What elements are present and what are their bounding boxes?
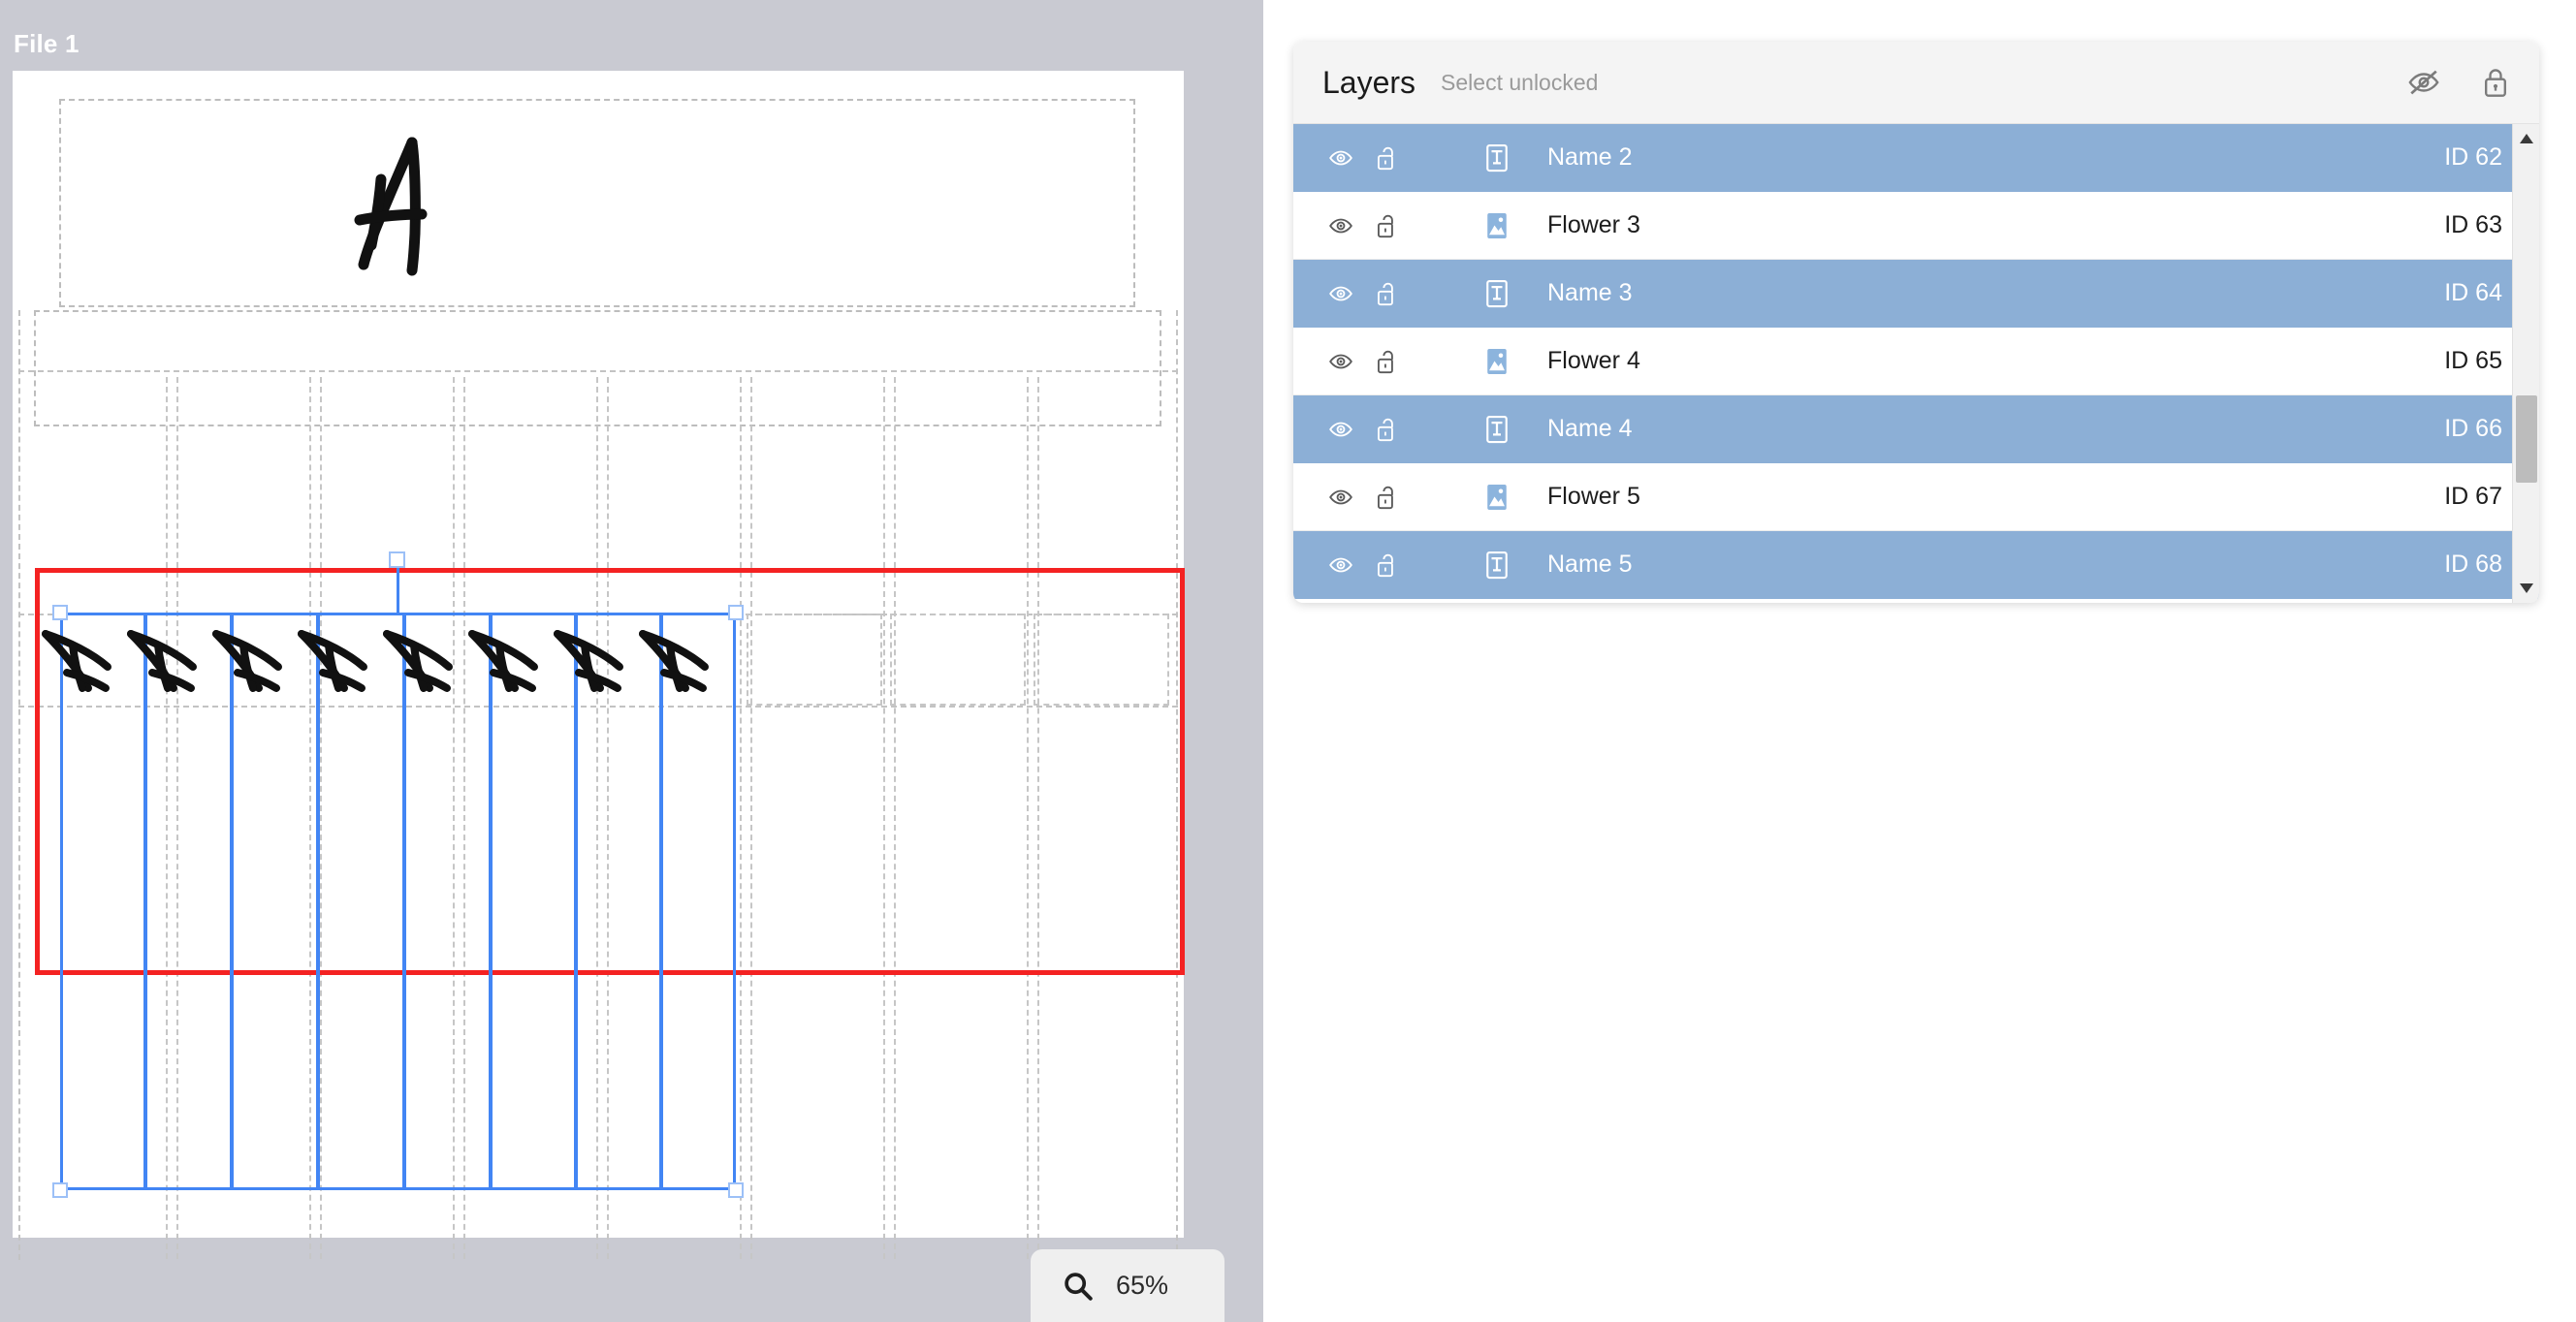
layers-title: Layers <box>1322 64 1416 100</box>
right-panel: Layers Select unlocked Name 2 ID 62 Flower… <box>1263 0 2576 1322</box>
layer-visibility-toggle[interactable] <box>1322 349 1359 374</box>
layer-visibility-toggle[interactable] <box>1322 417 1359 442</box>
layers-scrollbar[interactable] <box>2512 124 2539 603</box>
layers-list[interactable]: Name 2 ID 62 Flower 3 ID 63 Name 3 ID 64 Flowe… <box>1293 124 2539 603</box>
resize-handle-bottom-right[interactable] <box>728 1182 744 1198</box>
layer-name: Flower 3 <box>1547 211 1640 238</box>
design-editor-app: File 1 65% Layers Select unlocked Name 2… <box>0 0 2576 1322</box>
guide-header-frame <box>59 99 1135 307</box>
layer-lock-toggle[interactable] <box>1365 348 1408 375</box>
selection-item-box[interactable] <box>661 613 736 1190</box>
selection-item-box[interactable] <box>318 613 404 1190</box>
layer-row[interactable]: Name 4 ID 66 <box>1293 395 2539 463</box>
selection-item-box[interactable] <box>576 613 661 1190</box>
scroll-down-arrow[interactable] <box>2513 576 2539 601</box>
layer-id: ID 65 <box>2444 347 2502 374</box>
layer-name: Flower 4 <box>1547 347 1640 374</box>
layer-name: Name 2 <box>1547 143 1633 171</box>
layer-type-icon <box>1472 483 1522 512</box>
layer-visibility-toggle[interactable] <box>1322 552 1359 578</box>
select-unlocked-button[interactable]: Select unlocked <box>1441 70 1598 96</box>
lock-closed-icon[interactable] <box>2481 66 2510 99</box>
scroll-up-arrow[interactable] <box>2513 126 2539 151</box>
layers-panel: Layers Select unlocked Name 2 ID 62 Flower… <box>1293 42 2539 603</box>
layers-header: Layers Select unlocked <box>1293 42 2539 124</box>
layer-type-icon <box>1472 211 1522 240</box>
magnifier-icon <box>1062 1270 1095 1303</box>
layer-id: ID 66 <box>2444 415 2502 442</box>
guide-vline <box>18 310 20 1260</box>
zoom-control[interactable]: 65% <box>1031 1249 1224 1322</box>
layer-lock-toggle[interactable] <box>1365 484 1408 511</box>
layer-row[interactable]: Name 5 ID 68 <box>1293 531 2539 599</box>
layer-lock-toggle[interactable] <box>1365 212 1408 239</box>
layer-id: ID 63 <box>2444 211 2502 238</box>
layer-type-icon <box>1472 143 1522 173</box>
resize-handle-bottom-left[interactable] <box>52 1182 68 1198</box>
zoom-value: 65% <box>1116 1271 1169 1300</box>
eye-off-icon[interactable] <box>2407 66 2440 99</box>
layer-row[interactable]: Flower 5 ID 67 <box>1293 463 2539 531</box>
scrollbar-thumb[interactable] <box>2516 395 2537 483</box>
layer-type-icon <box>1472 347 1522 376</box>
selection-item-box[interactable] <box>145 613 232 1190</box>
layer-visibility-toggle[interactable] <box>1322 281 1359 306</box>
resize-handle-top-left[interactable] <box>52 605 68 620</box>
guide-hline <box>18 370 1178 372</box>
layer-row[interactable]: Name 3 ID 64 <box>1293 260 2539 328</box>
layer-type-icon <box>1472 415 1522 444</box>
layer-lock-toggle[interactable] <box>1365 144 1408 172</box>
layer-lock-toggle[interactable] <box>1365 280 1408 307</box>
rotate-handle[interactable] <box>389 551 405 568</box>
layer-type-icon <box>1472 279 1522 308</box>
selection-item-box[interactable] <box>232 613 318 1190</box>
layer-id: ID 67 <box>2444 483 2502 510</box>
layer-id: ID 68 <box>2444 551 2502 578</box>
layer-name: Name 4 <box>1547 415 1633 442</box>
file-title: File 1 <box>14 29 80 58</box>
layer-row[interactable]: Flower 4 ID 65 <box>1293 328 2539 395</box>
layer-id: ID 62 <box>2444 143 2502 171</box>
layer-visibility-toggle[interactable] <box>1322 145 1359 171</box>
layer-visibility-toggle[interactable] <box>1322 213 1359 238</box>
layer-name: Name 5 <box>1547 551 1633 578</box>
layer-id: ID 64 <box>2444 279 2502 306</box>
artboard[interactable] <box>13 71 1185 1260</box>
layer-name: Flower 5 <box>1547 483 1640 510</box>
layer-lock-toggle[interactable] <box>1365 416 1408 443</box>
layer-row[interactable]: Flower 3 ID 63 <box>1293 192 2539 260</box>
selection-item-box[interactable] <box>491 613 576 1190</box>
layer-row[interactable]: Name 2 ID 62 <box>1293 124 2539 192</box>
layer-lock-toggle[interactable] <box>1365 551 1408 579</box>
resize-handle-top-right[interactable] <box>728 605 744 620</box>
selection-item-box[interactable] <box>60 613 145 1190</box>
layer-visibility-toggle[interactable] <box>1322 485 1359 510</box>
layer-type-icon <box>1472 551 1522 580</box>
selection-item-box[interactable] <box>404 613 491 1190</box>
canvas-pane: File 1 65% <box>0 0 1263 1322</box>
layer-name: Name 3 <box>1547 279 1633 306</box>
